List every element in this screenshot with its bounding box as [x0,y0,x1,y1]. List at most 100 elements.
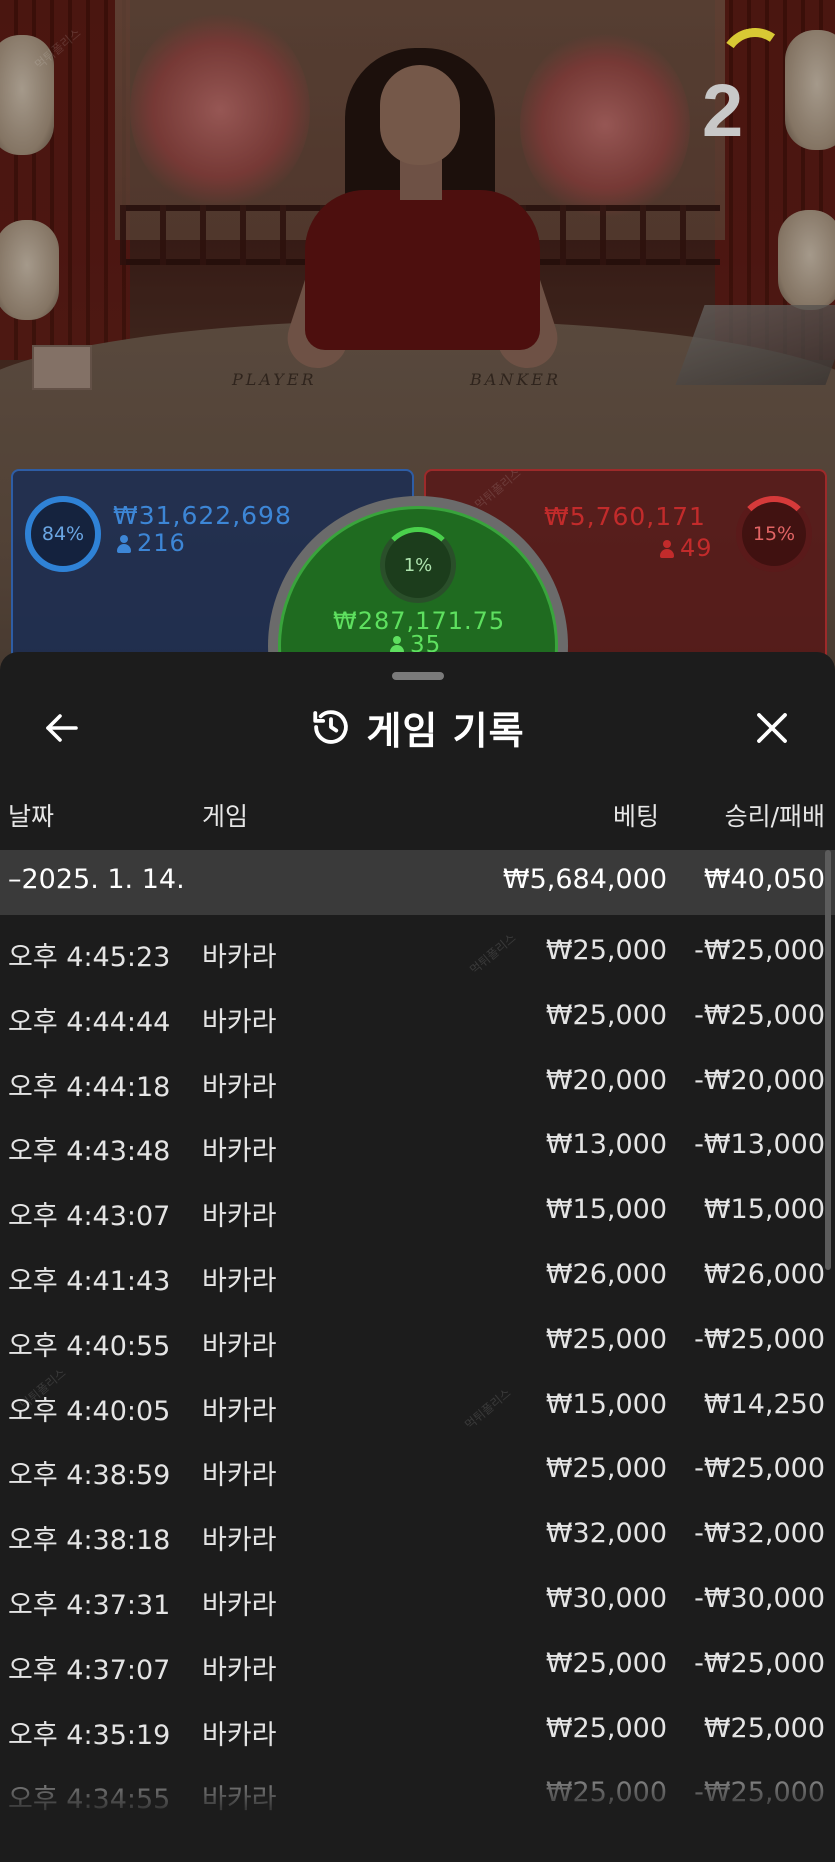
row-time: 오후 4:45:23 [8,942,171,973]
row-time: 오후 4:37:07 [8,1654,171,1686]
row-win-loss: -₩30,000 [694,1582,825,1614]
row-game: 바카라 [202,1071,277,1103]
row-game: 바카라 [202,1784,277,1816]
row-win-loss: -₩25,000 [694,935,825,966]
row-bet: ₩25,000 [545,1323,667,1355]
banker-bettor-count-wrap: 49 [660,534,713,562]
row-game: 바카라 [202,1395,277,1427]
row-bet: ₩25,000 [545,1647,667,1679]
history-row[interactable]: 오후 4:45:23 바카라 ₩25,000 -₩25,000 [0,915,835,980]
row-time: 오후 4:40:55 [8,1330,171,1362]
day-group-row[interactable]: –2025. 1. 14. ₩5,684,000 ₩40,050 [0,850,835,915]
row-bet: ₩32,000 [545,1518,667,1550]
tie-percent: 1% [403,554,433,576]
row-win-loss: ₩14,250 [703,1388,825,1420]
history-row[interactable]: 오후 4:35:19 바카라 ₩25,000 ₩25,000 [0,1693,835,1758]
row-time: 오후 4:40:05 [8,1395,171,1427]
row-game: 바카라 [202,1006,277,1038]
history-row[interactable]: 오후 4:37:31 바카라 ₩30,000 -₩30,000 [0,1563,835,1628]
history-row[interactable]: 오후 4:43:07 바카라 ₩15,000 ₩15,000 [0,1174,835,1239]
history-row[interactable]: 오후 4:40:05 바카라 ₩15,000 ₩14,250 [0,1369,835,1434]
row-win-loss: -₩13,000 [694,1129,825,1161]
history-row[interactable]: 오후 4:37:07 바카라 ₩25,000 -₩25,000 [0,1628,835,1693]
sheet-drag-handle[interactable] [392,672,444,680]
history-row[interactable]: 오후 4:38:59 바카라 ₩25,000 -₩25,000 [0,1433,835,1498]
tie-bet-amount: ₩287,171.75 [333,607,506,635]
sheet-header: 게임 기록 [0,692,835,762]
sheet-title: 게임 기록 [366,708,525,753]
column-header-date[interactable]: 날짜 [8,797,54,833]
row-bet: ₩20,000 [545,1064,667,1096]
row-win-loss: -₩25,000 [694,1647,825,1679]
close-icon [757,713,787,743]
player-bettor-count-wrap: 216 [117,529,186,557]
history-row[interactable]: 오후 4:38:18 바카라 ₩32,000 -₩32,000 [0,1498,835,1563]
row-bet: ₩30,000 [545,1582,667,1614]
history-table: –2025. 1. 14. ₩5,684,000 ₩40,050 오후 4:45… [0,850,835,1822]
row-win-loss: ₩15,000 [703,1194,825,1226]
close-button[interactable] [748,704,796,752]
history-row[interactable]: 오후 4:43:48 바카라 ₩13,000 -₩13,000 [0,1109,835,1174]
day-group-bet-total: ₩5,684,000 [502,864,667,895]
player-bettor-count: 216 [137,529,186,557]
history-row[interactable]: 오후 4:44:18 바카라 ₩20,000 -₩20,000 [0,1045,835,1110]
row-bet: ₩25,000 [545,935,667,966]
tie-percent-ring: 1% [380,527,456,603]
column-header-bet[interactable]: 베팅 [613,797,659,833]
banker-bettor-count: 49 [680,534,713,562]
history-row[interactable]: 오후 4:34:55 바카라 ₩25,000 -₩25,000 [0,1757,835,1822]
history-row[interactable]: 오후 4:44:44 바카라 ₩25,000 -₩25,000 [0,980,835,1045]
player-percent-ring: 84% [25,496,101,572]
row-game: 바카라 [202,1330,277,1362]
row-game: 바카라 [202,942,277,973]
row-time: 오후 4:34:55 [8,1784,171,1816]
row-game: 바카라 [202,1525,277,1557]
history-row[interactable]: 오후 4:40:55 바카라 ₩25,000 -₩25,000 [0,1304,835,1369]
row-game: 바카라 [202,1654,277,1686]
day-group-win-loss-total: ₩40,050 [703,864,825,895]
row-game: 바카라 [202,1589,277,1621]
row-win-loss: -₩25,000 [694,1323,825,1355]
person-icon [660,540,674,558]
row-bet: ₩15,000 [545,1388,667,1420]
back-button[interactable] [38,704,86,752]
row-game: 바카라 [202,1136,277,1168]
row-bet: ₩25,000 [545,1712,667,1744]
row-win-loss: -₩32,000 [694,1518,825,1550]
row-time: 오후 4:38:59 [8,1460,171,1492]
row-time: 오후 4:44:18 [8,1071,171,1103]
row-win-loss: -₩25,000 [694,999,825,1031]
row-bet: ₩25,000 [545,1453,667,1485]
history-row[interactable]: 오후 4:41:43 바카라 ₩26,000 ₩26,000 [0,1239,835,1304]
player-percent: 84% [41,523,85,545]
scrollbar[interactable] [825,850,831,1270]
row-win-loss: -₩20,000 [694,1064,825,1096]
row-win-loss: ₩25,000 [703,1712,825,1744]
row-time: 오후 4:44:44 [8,1006,171,1038]
row-time: 오후 4:43:07 [8,1201,171,1233]
row-bet: ₩26,000 [545,1258,667,1290]
banker-bet-amount: ₩5,760,171 [544,502,706,531]
round-number: 2 [702,69,744,152]
row-game: 바카라 [202,1265,277,1297]
row-win-loss: -₩25,000 [694,1777,825,1809]
title-group: 게임 기록 [0,692,835,762]
banker-percent-ring: 15% [736,496,812,572]
game-history-sheet: 게임 기록 날짜 게임 베팅 승리/패배 –2025. 1. 14. ₩5,68… [0,652,835,1862]
row-bet: ₩13,000 [545,1129,667,1161]
row-time: 오후 4:38:18 [8,1525,171,1557]
player-bet-amount: ₩31,622,698 [113,501,292,530]
column-header-win-loss[interactable]: 승리/패배 [725,797,825,833]
person-icon [117,535,131,553]
row-game: 바카라 [202,1719,277,1751]
row-win-loss: -₩25,000 [694,1453,825,1485]
row-bet: ₩25,000 [545,999,667,1031]
row-game: 바카라 [202,1201,277,1233]
arrow-left-icon [46,714,78,742]
history-icon [310,706,352,748]
row-game: 바카라 [202,1460,277,1492]
column-header-game[interactable]: 게임 [202,797,248,833]
row-time: 오후 4:37:31 [8,1589,171,1621]
row-time: 오후 4:35:19 [8,1719,171,1751]
row-win-loss: ₩26,000 [703,1258,825,1290]
